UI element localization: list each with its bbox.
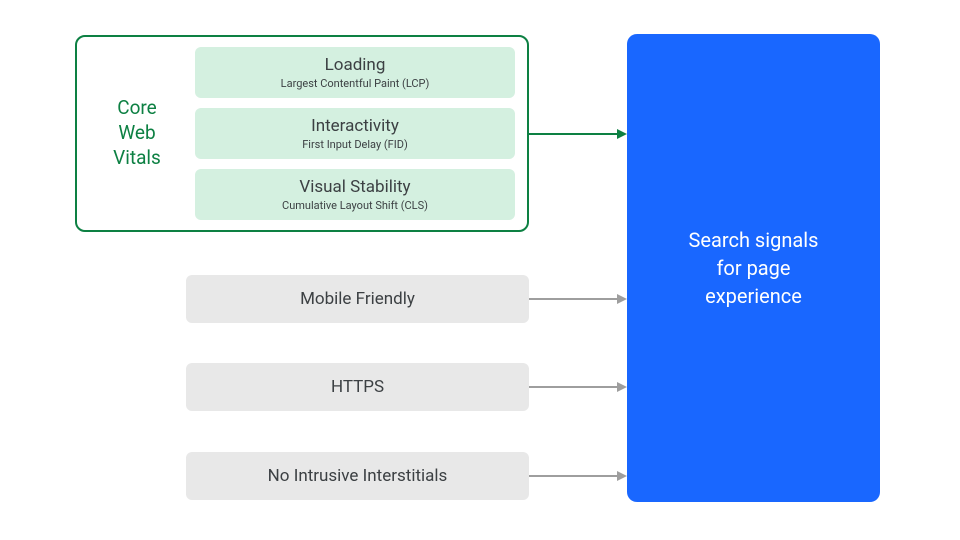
cwv-metrics-list: Loading Largest Contentful Paint (LCP) I… <box>195 47 515 220</box>
core-web-vitals-label: Core Web Vitals <box>87 96 187 170</box>
cwv-label-line3: Vitals <box>87 146 187 171</box>
signal-label: HTTPS <box>331 377 384 397</box>
cwv-item-visual-stability: Visual Stability Cumulative Layout Shift… <box>195 169 515 220</box>
cwv-item-title: Interactivity <box>195 116 515 136</box>
arrow-mobile-to-panel <box>529 292 627 306</box>
cwv-item-loading: Loading Largest Contentful Paint (LCP) <box>195 47 515 98</box>
arrow-interstitials-to-panel <box>529 469 627 483</box>
search-signals-panel: Search signals for page experience <box>627 34 880 502</box>
cwv-item-subtitle: Cumulative Layout Shift (CLS) <box>195 199 515 212</box>
core-web-vitals-group: Core Web Vitals Loading Largest Contentf… <box>75 35 529 232</box>
cwv-item-interactivity: Interactivity First Input Delay (FID) <box>195 108 515 159</box>
cwv-item-subtitle: Largest Contentful Paint (LCP) <box>195 77 515 90</box>
cwv-item-title: Visual Stability <box>195 177 515 197</box>
signal-label: No Intrusive Interstitials <box>268 466 448 486</box>
target-line3: experience <box>689 282 819 310</box>
search-signals-text: Search signals for page experience <box>689 226 819 310</box>
cwv-item-subtitle: First Input Delay (FID) <box>195 138 515 151</box>
signal-mobile-friendly: Mobile Friendly <box>186 275 529 323</box>
signal-no-interstitials: No Intrusive Interstitials <box>186 452 529 500</box>
arrow-cwv-to-panel <box>529 127 627 141</box>
target-line2: for page <box>689 254 819 282</box>
signal-https: HTTPS <box>186 363 529 411</box>
target-line1: Search signals <box>689 226 819 254</box>
signal-label: Mobile Friendly <box>300 289 415 309</box>
cwv-label-line2: Web <box>87 121 187 146</box>
cwv-item-title: Loading <box>195 55 515 75</box>
arrow-https-to-panel <box>529 380 627 394</box>
cwv-label-line1: Core <box>87 96 187 121</box>
